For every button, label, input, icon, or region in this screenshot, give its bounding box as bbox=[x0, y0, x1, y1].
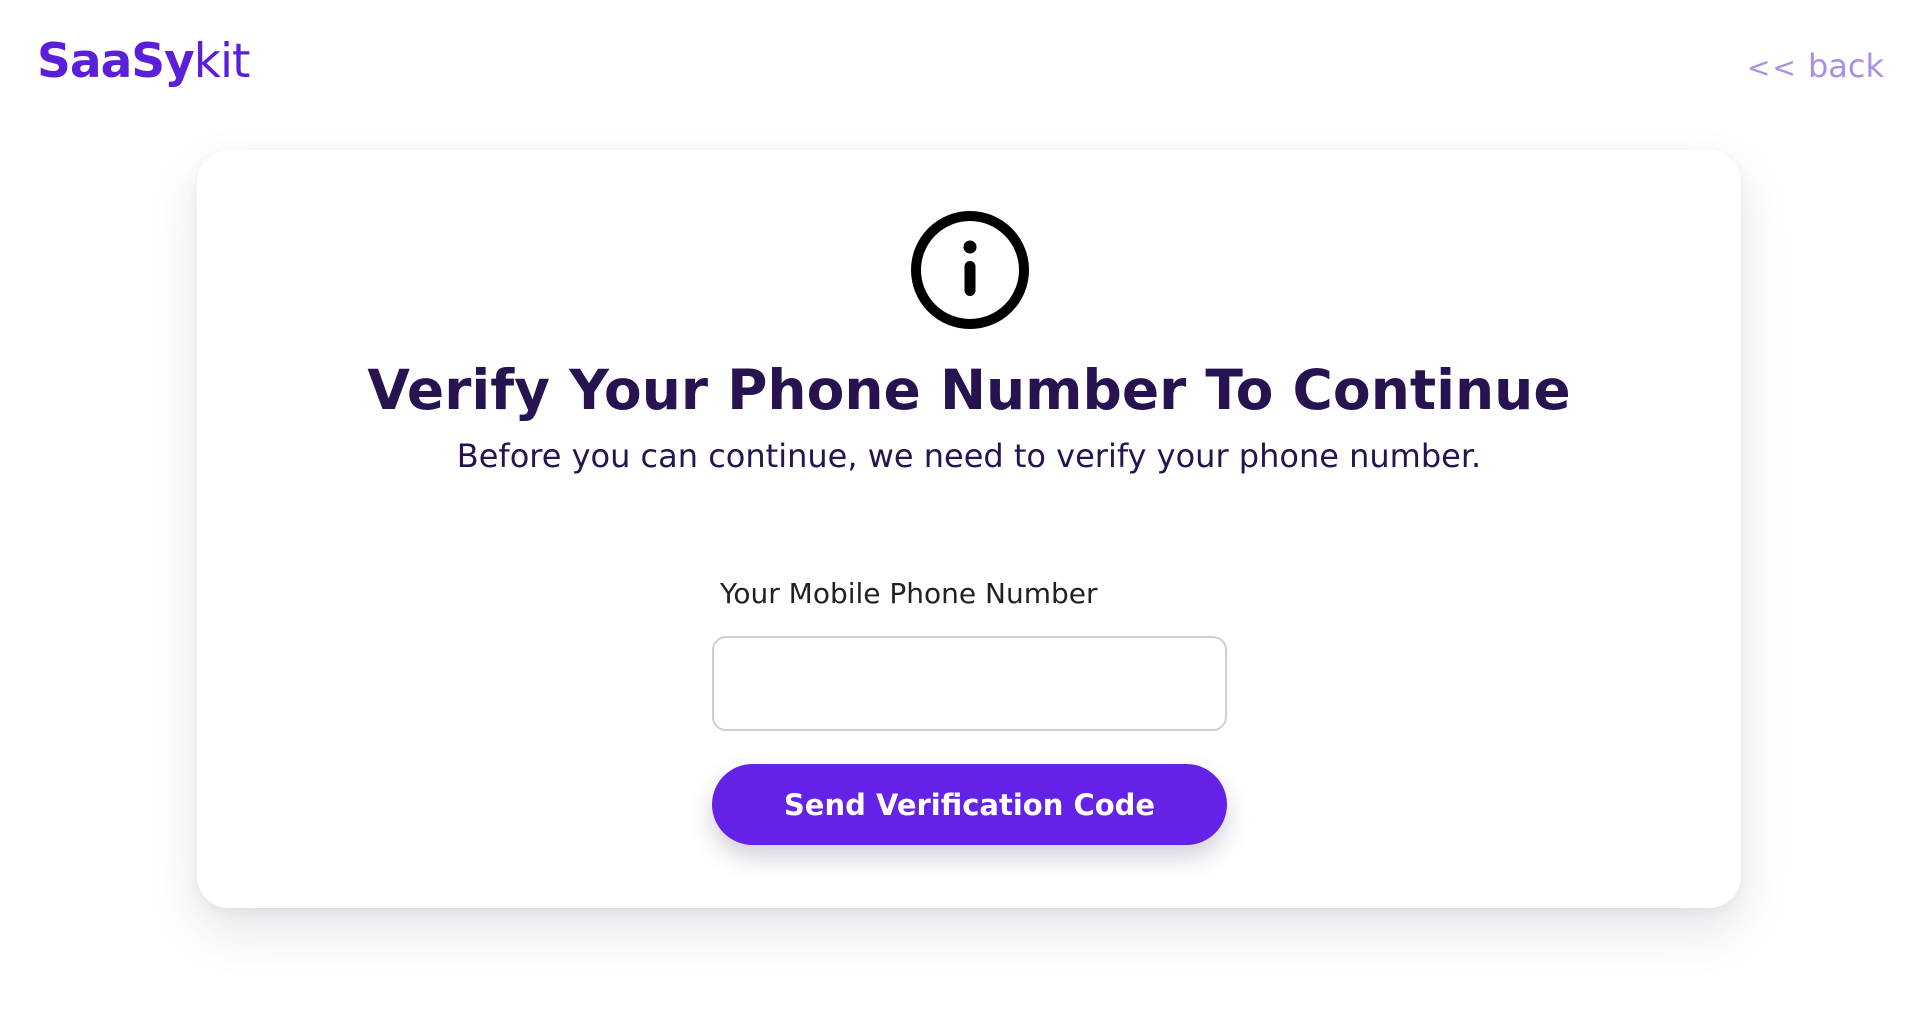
phone-number-input[interactable] bbox=[712, 636, 1227, 731]
logo-text-suffix: kit bbox=[193, 34, 251, 89]
page-title: Verify Your Phone Number To Continue bbox=[367, 358, 1571, 422]
info-circle-icon bbox=[911, 211, 1029, 329]
phone-number-label: Your Mobile Phone Number bbox=[720, 577, 1098, 610]
logo[interactable]: SaaSykit bbox=[37, 32, 250, 92]
page-subtitle: Before you can continue, we need to veri… bbox=[456, 437, 1482, 475]
back-link[interactable]: << back bbox=[1747, 46, 1884, 88]
send-verification-code-button[interactable]: Send Verification Code bbox=[712, 764, 1227, 845]
verify-phone-card: Verify Your Phone Number To Continue Bef… bbox=[197, 150, 1741, 908]
back-link-label: back bbox=[1807, 47, 1884, 85]
logo-text-brand: SaaSy bbox=[37, 34, 195, 89]
page: SaaSykit << back Verify Your Phone Numbe… bbox=[0, 0, 1926, 1016]
double-chevron-left-icon: << bbox=[1746, 51, 1798, 84]
